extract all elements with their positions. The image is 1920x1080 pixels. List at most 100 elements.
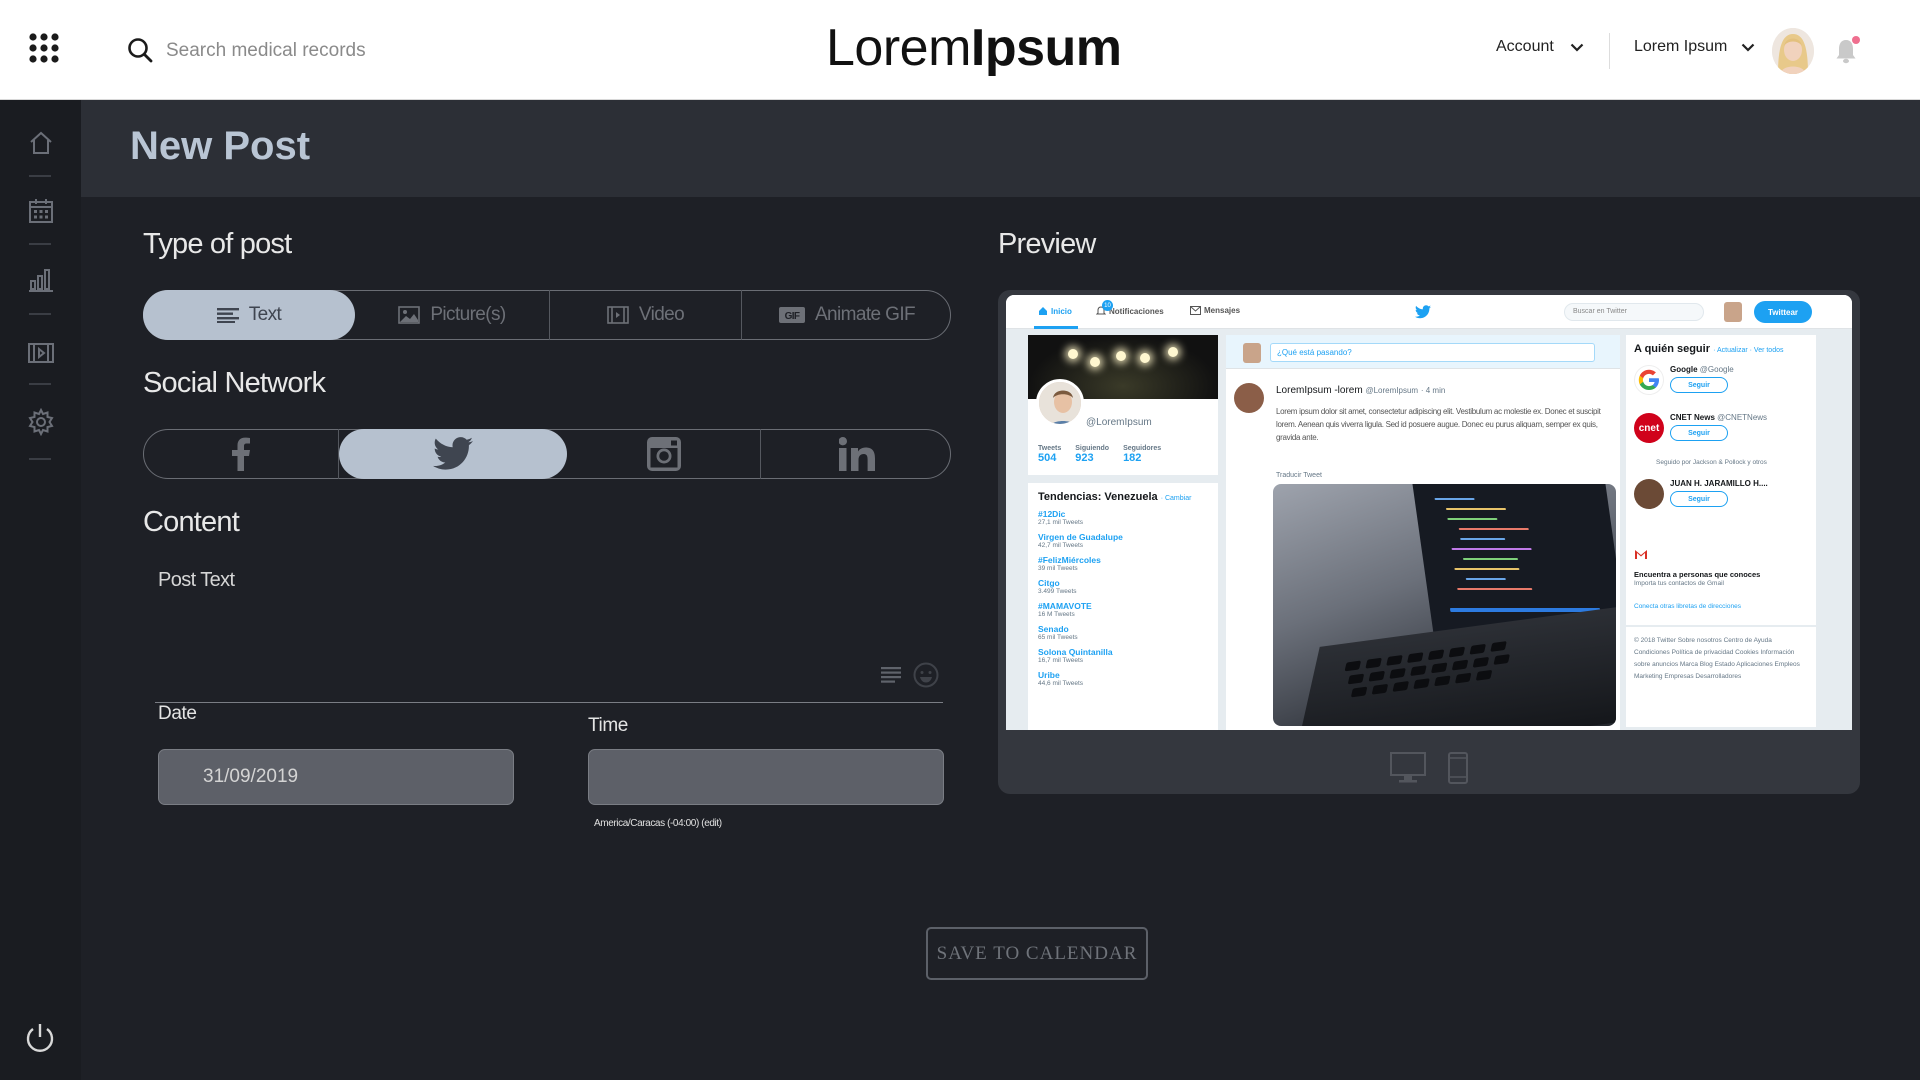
gmail-icon (1634, 549, 1648, 560)
network-twitter[interactable] (339, 429, 567, 479)
twitter-footer: © 2018 Twitter Sobre nosotros Centro de … (1626, 627, 1816, 727)
network-instagram[interactable] (567, 429, 761, 479)
search-input[interactable] (166, 36, 526, 66)
sidebar-item-analytics[interactable] (27, 265, 55, 293)
save-to-calendar-button[interactable]: SAVE TO CALENDAR (926, 927, 1148, 980)
avatar[interactable] (1772, 28, 1814, 74)
timezone-edit-link[interactable]: America/Caracas (-04:00) (edit) (594, 818, 722, 829)
trends-title-text: Tendencias: Venezuela (1038, 491, 1158, 503)
mobile-icon[interactable] (1448, 752, 1468, 784)
gear-icon (28, 408, 54, 436)
emoji-icon[interactable] (913, 662, 939, 688)
tweet-time: · 4 min (1420, 386, 1446, 395)
account-label: Account (1496, 38, 1554, 55)
sidebar-item-settings[interactable] (27, 408, 55, 436)
trend-item: Senado 65 mil Tweets (1038, 624, 1208, 641)
twitter-icon (433, 437, 473, 470)
apps-grid-icon[interactable] (28, 32, 60, 64)
text-lines-icon (216, 308, 239, 323)
post-type-label: Animate GIF (814, 304, 916, 325)
sidebar (0, 100, 81, 1080)
post-type-text[interactable]: Text (143, 290, 355, 340)
twitter-profile-card: @LoremIpsum Tweets 504 Siguiendo 923 Segui… (1028, 335, 1218, 475)
sidebar-item-media[interactable] (27, 339, 55, 367)
video-icon (607, 306, 629, 324)
post-text-area[interactable] (150, 596, 942, 704)
sidebar-item-calendar[interactable] (27, 197, 55, 225)
profile-stats: Tweets 504 Siguiendo 923 Seguidores 182 (1038, 445, 1161, 464)
notification-dot (1852, 36, 1860, 44)
suggestion-name: JUAN H. JARAMILLO H.... (1670, 479, 1768, 488)
home-icon (1039, 307, 1047, 315)
network-facebook[interactable] (143, 429, 339, 479)
follow-suggestion: JUAN H. JARAMILLO H.... Seguir (1634, 479, 1768, 509)
trend-name: Citgo (1038, 578, 1060, 588)
trend-name: Solona Quintanilla (1038, 647, 1113, 657)
trend-count: 16 M Tweets (1038, 611, 1075, 618)
follow-suggestion: cnet CNET News @CNETNews Seguir (1634, 413, 1767, 443)
stat-label: Seguidores (1123, 445, 1162, 452)
twitter-preview: Inicio Notificaciones 10 Mensajes Buscar… (1006, 295, 1852, 730)
post-type-video[interactable]: Video (550, 290, 742, 340)
film-icon (28, 343, 54, 363)
trend-count: 42,7 mil Tweets (1038, 542, 1084, 549)
twitter-nav-messages-label: Mensajes (1204, 306, 1241, 315)
trend-item: #12Dic 27,1 mil Tweets (1038, 509, 1208, 526)
trend-item: #FelizMiércoles 39 mil Tweets (1038, 555, 1208, 572)
twitter-nav-messages: Mensajes (1190, 306, 1240, 315)
twitter-logo-icon (1415, 305, 1431, 319)
post-type-picture[interactable]: Picture(s) (355, 290, 550, 340)
tweet-author-handle: @LoremIpsum (1365, 386, 1419, 395)
twitter-nav-notifications-label: Notificaciones (1109, 306, 1164, 316)
picture-icon (398, 306, 421, 324)
notification-count-badge: 10 (1102, 300, 1113, 311)
trend-item: Citgo 3.499 Tweets (1038, 578, 1208, 595)
profile-handle: @LoremIpsum (1086, 417, 1152, 428)
post-type-label: Picture(s) (430, 304, 506, 325)
avatar (1036, 379, 1084, 427)
home-icon (30, 131, 52, 154)
network-linkedin[interactable] (761, 429, 952, 479)
stat-label: Tweets (1038, 445, 1062, 452)
suggestion-handle: @Google (1699, 365, 1734, 374)
sidebar-divider (29, 175, 51, 177)
time-input[interactable] (588, 749, 944, 805)
page-title: New Post (130, 124, 311, 168)
twitter-nav: Inicio Notificaciones 10 Mensajes Buscar… (1006, 295, 1852, 329)
text-format-icon[interactable] (881, 666, 901, 684)
sidebar-divider (29, 313, 51, 315)
profile-stat: Siguiendo 923 (1075, 445, 1109, 464)
profile-stat: Seguidores 182 (1123, 445, 1161, 464)
post-type-gif[interactable]: GIF Animate GIF (742, 290, 952, 340)
gif-icon: GIF (778, 307, 805, 323)
suggestion-handle: @CNETNews (1717, 413, 1768, 422)
user-dropdown[interactable]: Lorem Ipsum (1634, 38, 1755, 56)
follow-button: Seguir (1670, 377, 1728, 393)
chevron-down-icon (1742, 43, 1755, 52)
power-icon[interactable] (23, 1021, 57, 1055)
twitter-trends: Tendencias: Venezuela · Cambiar #12Dic 27… (1028, 483, 1218, 730)
logo-bold-text: Ipsum (970, 19, 1122, 77)
date-input[interactable] (158, 749, 514, 805)
tweet-text: Lorem ipsum dolor sit amet, consectetur … (1276, 407, 1601, 442)
logo-light-text: Lorem (826, 19, 971, 77)
svg-text:GIF: GIF (785, 311, 800, 322)
search-icon[interactable] (127, 37, 153, 63)
type-of-post-heading: Type of post (143, 228, 292, 260)
post-type-label: Text (248, 304, 282, 325)
twitter-nav-home-label: Inicio (1051, 306, 1072, 316)
top-bar: LoremIpsum Account Lorem Ipsum (0, 0, 1920, 100)
sidebar-item-home[interactable] (27, 129, 55, 157)
account-dropdown[interactable]: Account (1496, 38, 1584, 56)
suggestion-name: CNET News @CNETNews (1670, 413, 1767, 422)
trend-item: Uribe 44,6 mil Tweets (1038, 670, 1208, 687)
desktop-icon[interactable] (1390, 752, 1426, 784)
sidebar-divider (29, 243, 51, 245)
header-divider (1609, 33, 1610, 69)
trend-item: #MAMAVOTE 16 M Tweets (1038, 601, 1208, 618)
preview-heading: Preview (998, 228, 1096, 260)
social-network-selector (143, 429, 951, 479)
instagram-icon (646, 437, 681, 471)
trend-name: Senado (1038, 624, 1069, 634)
trend-item: Solona Quintanilla 16,7 mil Tweets (1038, 647, 1208, 664)
